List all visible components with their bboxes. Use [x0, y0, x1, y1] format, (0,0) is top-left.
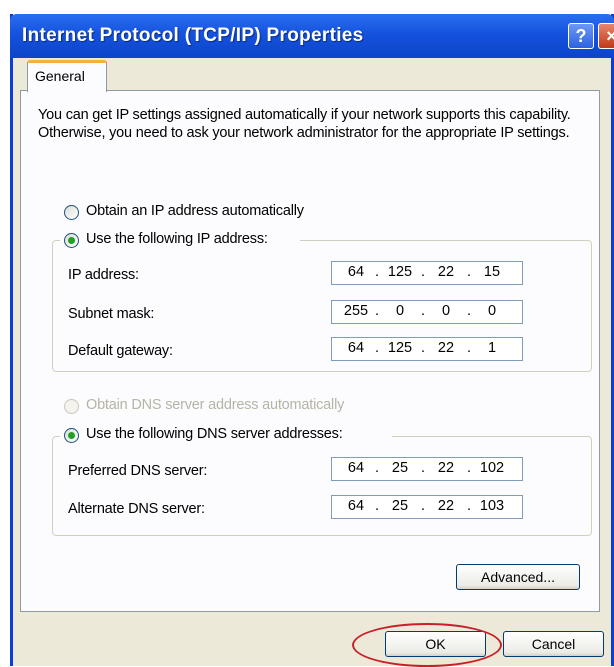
tab-general-label: General [35, 68, 85, 84]
obtain-dns-auto-label: Obtain DNS server address automatically [86, 397, 345, 413]
alternate-dns-label: Alternate DNS server: [68, 501, 205, 517]
preferred-dns-label: Preferred DNS server: [68, 463, 208, 479]
tab-general[interactable]: General [27, 60, 107, 92]
title-bar[interactable]: Internet Protocol (TCP/IP) Properties ? … [10, 14, 614, 58]
dns-server-group [52, 436, 592, 536]
radio-obtain-ip-auto[interactable] [64, 205, 79, 220]
ok-highlight-circle [352, 623, 502, 667]
obtain-ip-auto-label: Obtain an IP address automatically [86, 203, 304, 219]
advanced-button[interactable]: Advanced... [456, 564, 580, 590]
subnet-mask-input[interactable]: 255. 0. 0. 0 [331, 300, 523, 324]
ip-address-input[interactable]: 64. 125. 22. 15 [331, 261, 523, 285]
subnet-mask-label: Subnet mask: [68, 306, 155, 322]
window-title: Internet Protocol (TCP/IP) Properties [22, 25, 364, 46]
preferred-dns-input[interactable]: 64. 25. 22. 102 [331, 457, 523, 481]
alternate-dns-input[interactable]: 64. 25. 22. 103 [331, 495, 523, 519]
ip-address-label: IP address: [68, 267, 139, 283]
help-button[interactable]: ? [568, 23, 594, 49]
radio-use-following-ip[interactable] [64, 233, 79, 248]
help-icon: ? [575, 26, 587, 46]
radio-use-following-dns[interactable] [64, 428, 79, 443]
cancel-button[interactable]: Cancel [503, 631, 604, 657]
close-icon: × [606, 26, 614, 46]
description-text: You can get IP settings assigned automat… [38, 107, 571, 141]
use-following-dns-label: Use the following DNS server addresses: [86, 426, 343, 442]
default-gateway-label: Default gateway: [68, 343, 173, 359]
close-button[interactable]: × [598, 23, 614, 49]
use-following-ip-label: Use the following IP address: [86, 231, 268, 247]
default-gateway-input[interactable]: 64. 125. 22. 1 [331, 337, 523, 361]
radio-obtain-dns-auto[interactable] [64, 399, 79, 414]
